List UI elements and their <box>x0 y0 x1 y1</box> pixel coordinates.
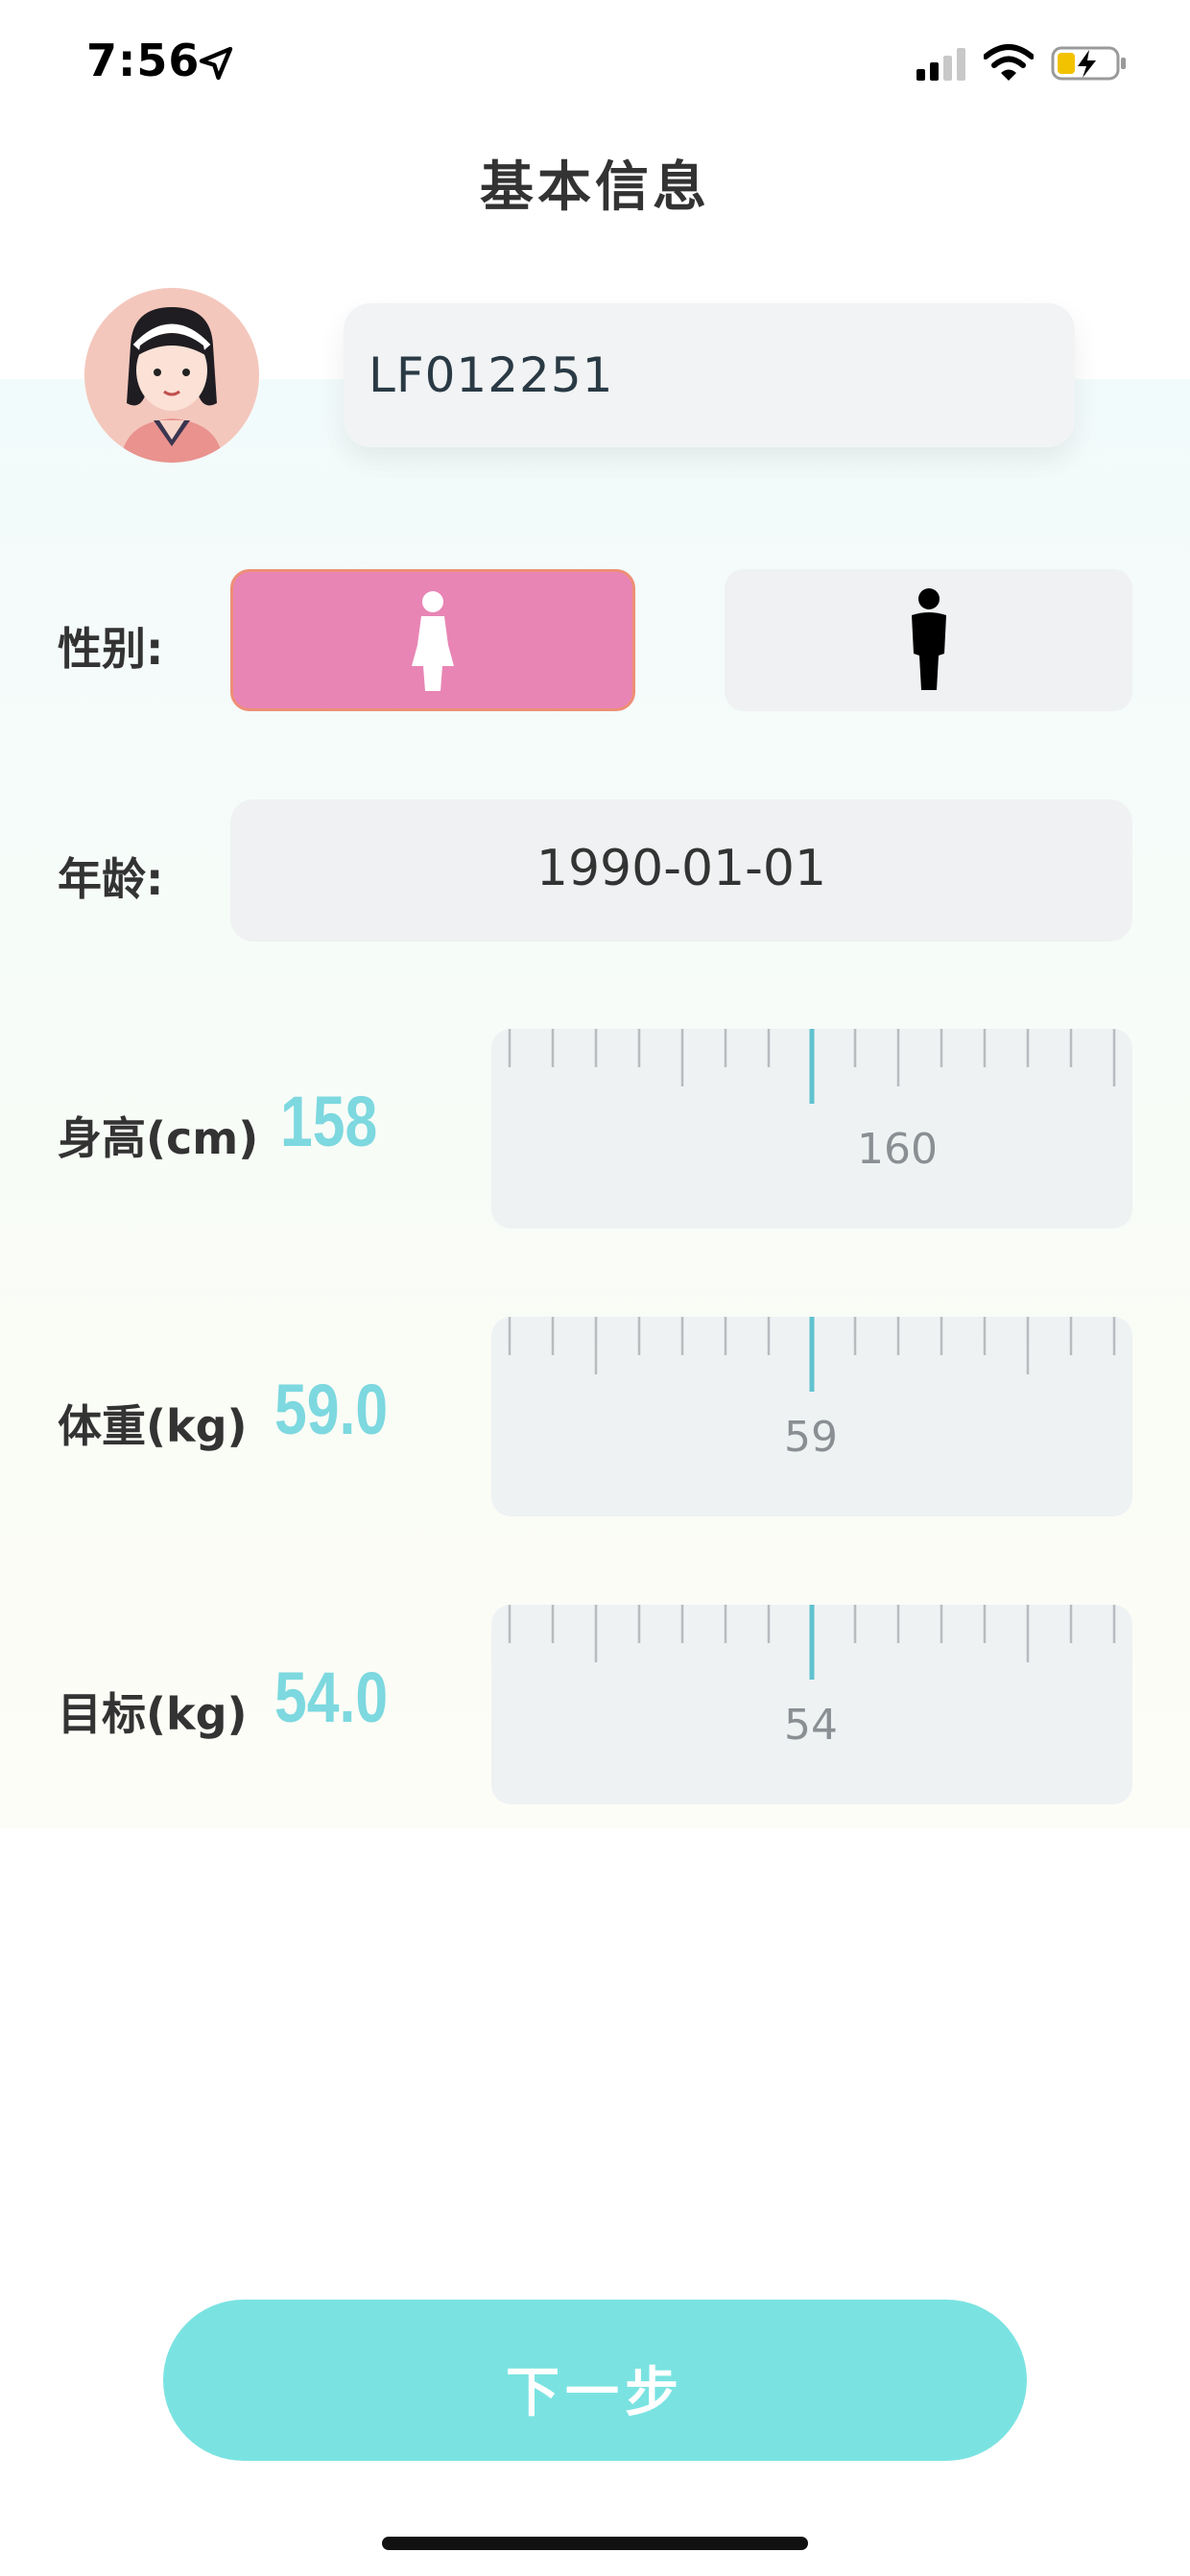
avatar-illustration <box>84 288 259 463</box>
avatar[interactable] <box>84 288 259 463</box>
female-figure-icon <box>412 591 454 691</box>
height-ruler-label: 160 <box>857 1125 938 1174</box>
status-bar: 7:56 <box>0 0 1190 130</box>
gender-male-button[interactable] <box>725 569 1132 711</box>
next-step-label: 下一步 <box>506 2362 684 2424</box>
height-label: 身高(cm) <box>58 1112 259 1164</box>
height-ruler[interactable]: 160 <box>491 1029 1132 1228</box>
height-value: 158 <box>280 1082 378 1161</box>
gender-female-button[interactable] <box>230 569 635 711</box>
location-arrow-icon <box>199 46 233 81</box>
target-ruler-label: 54 <box>784 1701 838 1750</box>
cellular-signal-icon <box>916 48 965 81</box>
page-title: 基本信息 <box>480 156 710 219</box>
weight-label: 体重(kg) <box>58 1400 248 1452</box>
wifi-icon <box>984 44 1034 81</box>
target-ruler[interactable]: 54 <box>491 1605 1132 1804</box>
next-step-button[interactable]: 下一步 <box>163 2300 1027 2461</box>
age-label: 年龄: <box>58 853 164 905</box>
home-indicator <box>382 2537 808 2550</box>
target-value: 54.0 <box>274 1658 389 1737</box>
birthdate-value: 1990-01-01 <box>536 840 827 897</box>
user-id-value: LF012251 <box>369 347 614 403</box>
male-figure-icon <box>911 588 946 690</box>
gender-label: 性别: <box>58 623 164 675</box>
weight-value: 59.0 <box>274 1370 389 1449</box>
target-label: 目标(kg) <box>58 1688 248 1740</box>
weight-ruler-label: 59 <box>784 1413 838 1462</box>
weight-ruler[interactable]: 59 <box>491 1317 1132 1516</box>
battery-charging-icon <box>1051 46 1126 81</box>
status-time: 7:56 <box>86 35 201 86</box>
